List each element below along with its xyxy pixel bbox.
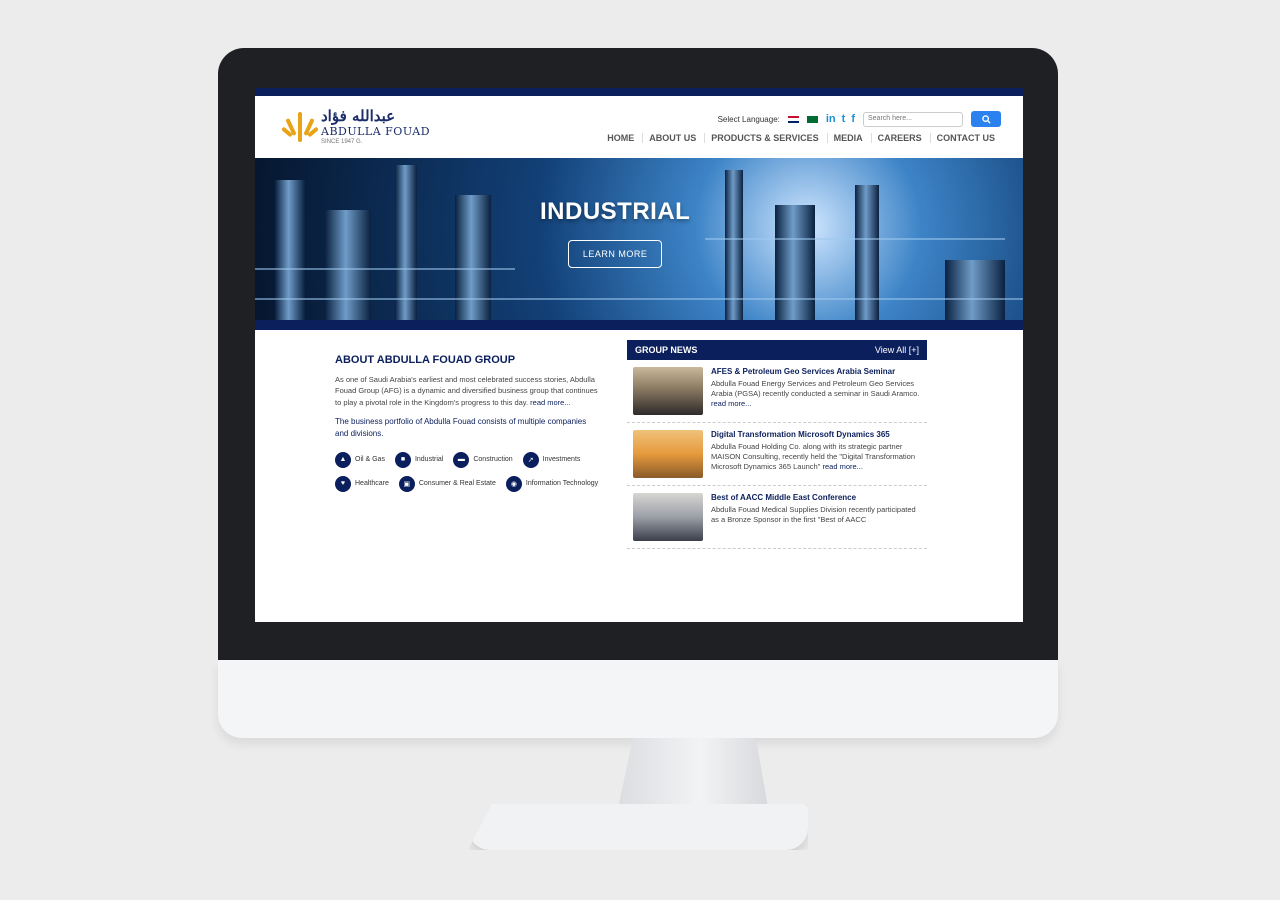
factory-icon: ■ bbox=[394, 451, 411, 468]
hero-banner: INDUSTRIAL LEARN MORE bbox=[255, 158, 1023, 330]
search-icon bbox=[981, 114, 991, 124]
sector-consumer-real-estate[interactable]: ▣ Consumer & Real Estate bbox=[398, 475, 496, 492]
header-right: Select Language: in t f Search here... H… bbox=[601, 111, 1001, 143]
group-news-header: GROUP NEWS View All [+] bbox=[627, 340, 927, 360]
hero-tower bbox=[775, 205, 815, 330]
about-portfolio-text: The business portfolio of Abdulla Fouad … bbox=[335, 416, 587, 438]
sector-label: Construction bbox=[473, 456, 513, 464]
hero-pipe bbox=[705, 238, 1005, 240]
view-all-link[interactable]: View All [+] bbox=[875, 345, 919, 355]
news-item-body-text: Abdulla Fouad Holding Co. along with its… bbox=[711, 442, 916, 472]
building-icon: ▣ bbox=[398, 475, 415, 492]
search-input[interactable]: Search here... bbox=[863, 111, 963, 127]
truck-icon: ▬ bbox=[453, 451, 470, 468]
linkedin-icon[interactable]: in bbox=[826, 113, 836, 125]
group-news: GROUP NEWS View All [+] AFES & Petroleum… bbox=[627, 340, 927, 549]
hero-pipe bbox=[255, 298, 1023, 300]
news-thumbnail[interactable] bbox=[633, 430, 703, 478]
news-item[interactable]: AFES & Petroleum Geo Services Arabia Sem… bbox=[627, 360, 927, 423]
group-news-title: GROUP NEWS bbox=[635, 345, 698, 355]
sector-label: Information Technology bbox=[525, 480, 599, 488]
news-read-more-link[interactable]: read more... bbox=[822, 462, 862, 471]
sector-label: Investments bbox=[542, 456, 581, 464]
about-title: ABOUT ABDULLA FOUAD GROUP bbox=[335, 354, 516, 366]
nav-about-us[interactable]: ABOUT US bbox=[642, 133, 702, 143]
facebook-icon[interactable]: f bbox=[851, 113, 855, 125]
hero-tower bbox=[725, 170, 743, 330]
main-content: ABOUT ABDULLA FOUAD GROUP As one of Saud… bbox=[255, 330, 1023, 549]
hero-tower bbox=[855, 185, 879, 330]
hero-tower bbox=[275, 180, 305, 330]
utility-row: Select Language: in t f Search here... bbox=[718, 111, 1001, 127]
main-nav: HOME ABOUT US PRODUCTS & SERVICES MEDIA … bbox=[601, 133, 1001, 143]
sector-investments[interactable]: ↗ Investments bbox=[522, 451, 581, 468]
news-thumbnail[interactable] bbox=[633, 493, 703, 541]
news-item-title[interactable]: Digital Transformation Microsoft Dynamic… bbox=[711, 430, 921, 439]
news-item[interactable]: Best of AACC Middle East Conference Abdu… bbox=[627, 486, 927, 549]
about-read-more-link[interactable]: read more... bbox=[530, 398, 570, 407]
website-screen: عبدالله فؤاد ABDULLA FOUAD SINCE 1947 G.… bbox=[255, 88, 1023, 622]
logo-arabic-text: عبدالله فؤاد bbox=[321, 107, 396, 125]
about-section: ABOUT ABDULLA FOUAD GROUP As one of Saud… bbox=[335, 340, 599, 549]
news-thumbnail[interactable] bbox=[633, 367, 703, 415]
logo-subtitle: SINCE 1947 G. bbox=[321, 139, 363, 145]
trend-up-icon: ↗ bbox=[522, 451, 539, 468]
twitter-icon[interactable]: t bbox=[842, 113, 846, 125]
logo-name: ABDULLA FOUAD bbox=[321, 125, 431, 138]
nav-media[interactable]: MEDIA bbox=[826, 133, 869, 143]
hero-title: INDUSTRIAL bbox=[540, 198, 691, 225]
hero-tower bbox=[455, 195, 491, 330]
sector-label: Healthcare bbox=[355, 480, 389, 488]
hero-content: INDUSTRIAL LEARN MORE bbox=[540, 198, 690, 268]
hero-tower bbox=[395, 165, 417, 330]
sector-healthcare[interactable]: ♥ Healthcare bbox=[335, 475, 389, 492]
news-item[interactable]: Digital Transformation Microsoft Dynamic… bbox=[627, 423, 927, 486]
monitor-chin bbox=[218, 660, 1058, 738]
sector-construction[interactable]: ▬ Construction bbox=[453, 451, 513, 468]
about-intro: As one of Saudi Arabia's earliest and mo… bbox=[335, 374, 599, 408]
news-item-title[interactable]: AFES & Petroleum Geo Services Arabia Sem… bbox=[711, 367, 921, 376]
network-icon: ◉ bbox=[505, 475, 522, 492]
news-item-body-text: Abdulla Fouad Medical Supplies Division … bbox=[711, 505, 916, 525]
logo-icon bbox=[281, 112, 319, 142]
monitor-stand-neck bbox=[618, 738, 768, 808]
news-item-body: Abdulla Fouad Energy Services and Petrol… bbox=[711, 379, 921, 409]
oil-gas-icon: ▲ bbox=[335, 451, 351, 468]
hero-tower bbox=[325, 210, 371, 330]
arabic-flag-icon[interactable] bbox=[806, 115, 818, 123]
social-links: in t f bbox=[826, 113, 855, 125]
news-item-body-text: Abdulla Fouad Energy Services and Petrol… bbox=[711, 379, 920, 399]
sector-information-technology[interactable]: ◉ Information Technology bbox=[505, 475, 599, 492]
monitor-stand-base bbox=[468, 804, 808, 850]
heart-icon: ♥ bbox=[335, 475, 351, 492]
language-label: Select Language: bbox=[717, 114, 780, 124]
english-flag-icon[interactable] bbox=[787, 115, 799, 123]
hero-bottom-strip bbox=[255, 320, 1023, 330]
nav-home[interactable]: HOME bbox=[601, 133, 640, 143]
sector-label: Oil & Gas bbox=[355, 456, 385, 464]
site-header: عبدالله فؤاد ABDULLA FOUAD SINCE 1947 G.… bbox=[255, 96, 1023, 158]
news-item-body: Abdulla Fouad Holding Co. along with its… bbox=[711, 442, 921, 472]
sector-label: Consumer & Real Estate bbox=[418, 480, 496, 488]
sector-label: Industrial bbox=[414, 456, 444, 464]
learn-more-button[interactable]: LEARN MORE bbox=[567, 240, 663, 268]
nav-careers[interactable]: CAREERS bbox=[870, 133, 928, 143]
news-item-title[interactable]: Best of AACC Middle East Conference bbox=[711, 493, 921, 502]
site-logo[interactable]: عبدالله فؤاد ABDULLA FOUAD SINCE 1947 G. bbox=[281, 107, 431, 145]
sector-industrial[interactable]: ■ Industrial bbox=[394, 451, 444, 468]
top-strip bbox=[255, 88, 1023, 96]
hero-pipe bbox=[255, 268, 515, 270]
nav-products-services[interactable]: PRODUCTS & SERVICES bbox=[704, 133, 824, 143]
sector-oil-gas[interactable]: ▲ Oil & Gas bbox=[335, 451, 385, 468]
nav-contact-us[interactable]: CONTACT US bbox=[929, 133, 1001, 143]
news-read-more-link[interactable]: read more... bbox=[711, 399, 751, 408]
search-button[interactable] bbox=[971, 111, 1001, 127]
sector-list: ▲ Oil & Gas ■ Industrial ▬ Construction ↗ In… bbox=[335, 451, 599, 492]
